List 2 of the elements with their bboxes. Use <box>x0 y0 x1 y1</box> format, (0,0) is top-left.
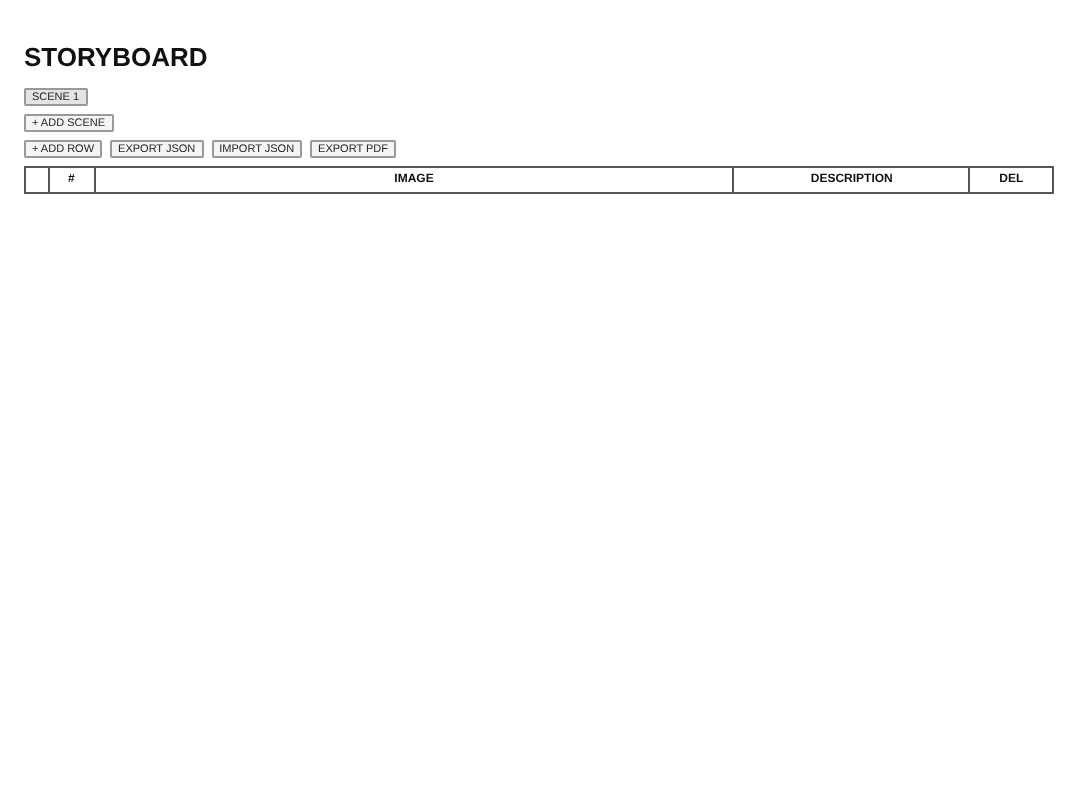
page-title: STORYBOARD <box>24 42 210 72</box>
column-header <box>25 167 49 193</box>
